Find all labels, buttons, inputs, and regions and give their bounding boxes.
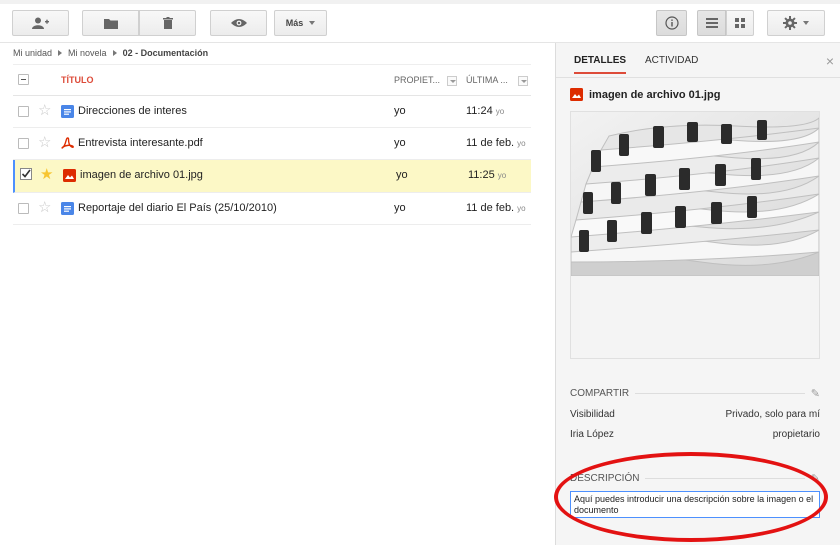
breadcrumb: Mi unidad Mi novela 02 - Documentación <box>13 48 208 58</box>
file-row[interactable]: ☆ Direcciones de interes yo 11:24 yo <box>13 96 531 128</box>
owner-name: Iria López <box>570 429 614 440</box>
list-view-button[interactable] <box>697 10 726 36</box>
file-list-header: TÍTULO PROPIET... ÚLTIMA ... <box>13 64 531 96</box>
close-icon[interactable]: × <box>826 53 834 69</box>
file-name[interactable]: Reportaje del diario El País (25/10/2010… <box>78 202 277 214</box>
column-modified[interactable]: ÚLTIMA ... <box>466 75 508 85</box>
trash-icon <box>162 17 173 29</box>
more-button[interactable]: Más <box>274 10 327 36</box>
row-checkbox[interactable] <box>18 106 29 117</box>
move-to-folder-button[interactable] <box>82 10 139 36</box>
pdf-icon <box>61 137 74 149</box>
image-icon <box>570 88 583 101</box>
file-row[interactable]: ☆ Reportaje del diario El País (25/10/20… <box>13 193 531 225</box>
chevron-down-icon <box>309 21 316 25</box>
paper-stack-thumbnail <box>571 112 819 276</box>
owner-row: Iria López propietario <box>570 429 820 440</box>
chevron-right-icon <box>112 50 117 56</box>
gear-icon <box>783 16 797 30</box>
file-modified: 11:25 yo <box>468 169 507 181</box>
file-owner: yo <box>394 202 406 214</box>
share-section-label: COMPARTIR <box>570 388 630 399</box>
file-name[interactable]: Entrevista interesante.pdf <box>78 137 203 149</box>
breadcrumb-item[interactable]: Mi novela <box>68 48 107 58</box>
selected-file-title: imagen de archivo 01.jpg <box>570 88 720 101</box>
visibility-row: Visibilidad Privado, solo para mí <box>570 409 820 420</box>
description-section-header: DESCRIPCIÓN ✎ <box>570 472 820 485</box>
file-name[interactable]: Direcciones de interes <box>78 105 187 117</box>
list-view-icon <box>705 18 718 28</box>
checked-checkbox-icon[interactable] <box>20 168 32 180</box>
owner-sort-dropdown-icon[interactable] <box>447 76 457 86</box>
file-row-selected[interactable]: ★ imagen de archivo 01.jpg yo 11:25 yo <box>13 160 531 193</box>
visibility-label: Visibilidad <box>570 409 615 420</box>
share-button[interactable] <box>12 10 69 36</box>
doc-icon <box>61 105 74 118</box>
star-icon[interactable]: ☆ <box>38 103 51 119</box>
file-preview[interactable] <box>570 111 820 359</box>
file-name[interactable]: imagen de archivo 01.jpg <box>80 169 203 181</box>
settings-button[interactable] <box>767 10 825 36</box>
tab-divider <box>556 77 840 78</box>
tab-details[interactable]: DETALLES <box>574 55 627 74</box>
doc-icon <box>61 202 74 215</box>
description-textarea[interactable]: Aquí puedes introducir una descripción s… <box>570 491 820 518</box>
chevron-right-icon <box>58 50 63 56</box>
file-row[interactable]: ☆ Entrevista interesante.pdf yo 11 de fe… <box>13 128 531 160</box>
file-owner: yo <box>396 169 408 181</box>
star-icon[interactable]: ★ <box>40 167 53 183</box>
tab-activity[interactable]: ACTIVIDAD <box>645 55 698 66</box>
file-owner: yo <box>394 137 406 149</box>
file-owner: yo <box>394 105 406 117</box>
star-icon[interactable]: ☆ <box>38 200 51 216</box>
visibility-value: Privado, solo para mí <box>725 409 821 420</box>
image-icon <box>63 169 76 182</box>
row-checkbox[interactable] <box>18 203 29 214</box>
description-section-label: DESCRIPCIÓN <box>570 473 640 484</box>
add-person-icon <box>31 17 49 29</box>
eye-icon <box>230 19 247 27</box>
column-title[interactable]: TÍTULO <box>61 75 94 85</box>
star-icon[interactable]: ☆ <box>38 135 51 151</box>
details-panel: DETALLES ACTIVIDAD × imagen de archivo 0… <box>555 43 840 545</box>
grid-view-icon <box>735 18 745 28</box>
delete-button[interactable] <box>139 10 196 36</box>
chevron-down-icon <box>803 21 809 25</box>
edit-pencil-icon[interactable]: ✎ <box>811 387 820 400</box>
file-modified: 11:24 yo <box>466 105 505 117</box>
row-checkbox[interactable] <box>18 138 29 149</box>
info-icon <box>664 16 679 30</box>
toolbar: Más <box>0 4 840 43</box>
grid-view-button[interactable] <box>726 10 754 36</box>
file-modified: 11 de feb. yo <box>466 202 526 214</box>
share-section-header: COMPARTIR ✎ <box>570 387 820 400</box>
preview-button[interactable] <box>210 10 267 36</box>
edit-pencil-icon[interactable]: ✎ <box>811 472 820 485</box>
breadcrumb-item[interactable]: Mi unidad <box>13 48 52 58</box>
folder-icon <box>103 18 118 29</box>
column-owner[interactable]: PROPIET... <box>394 75 440 85</box>
select-all-checkbox[interactable] <box>18 74 29 85</box>
owner-role: propietario <box>772 429 820 440</box>
file-modified: 11 de feb. yo <box>466 137 526 149</box>
modified-sort-dropdown-icon[interactable] <box>518 76 528 86</box>
breadcrumb-current: 02 - Documentación <box>122 48 209 58</box>
more-label: Más <box>285 18 304 28</box>
details-toggle-button[interactable] <box>656 10 687 36</box>
